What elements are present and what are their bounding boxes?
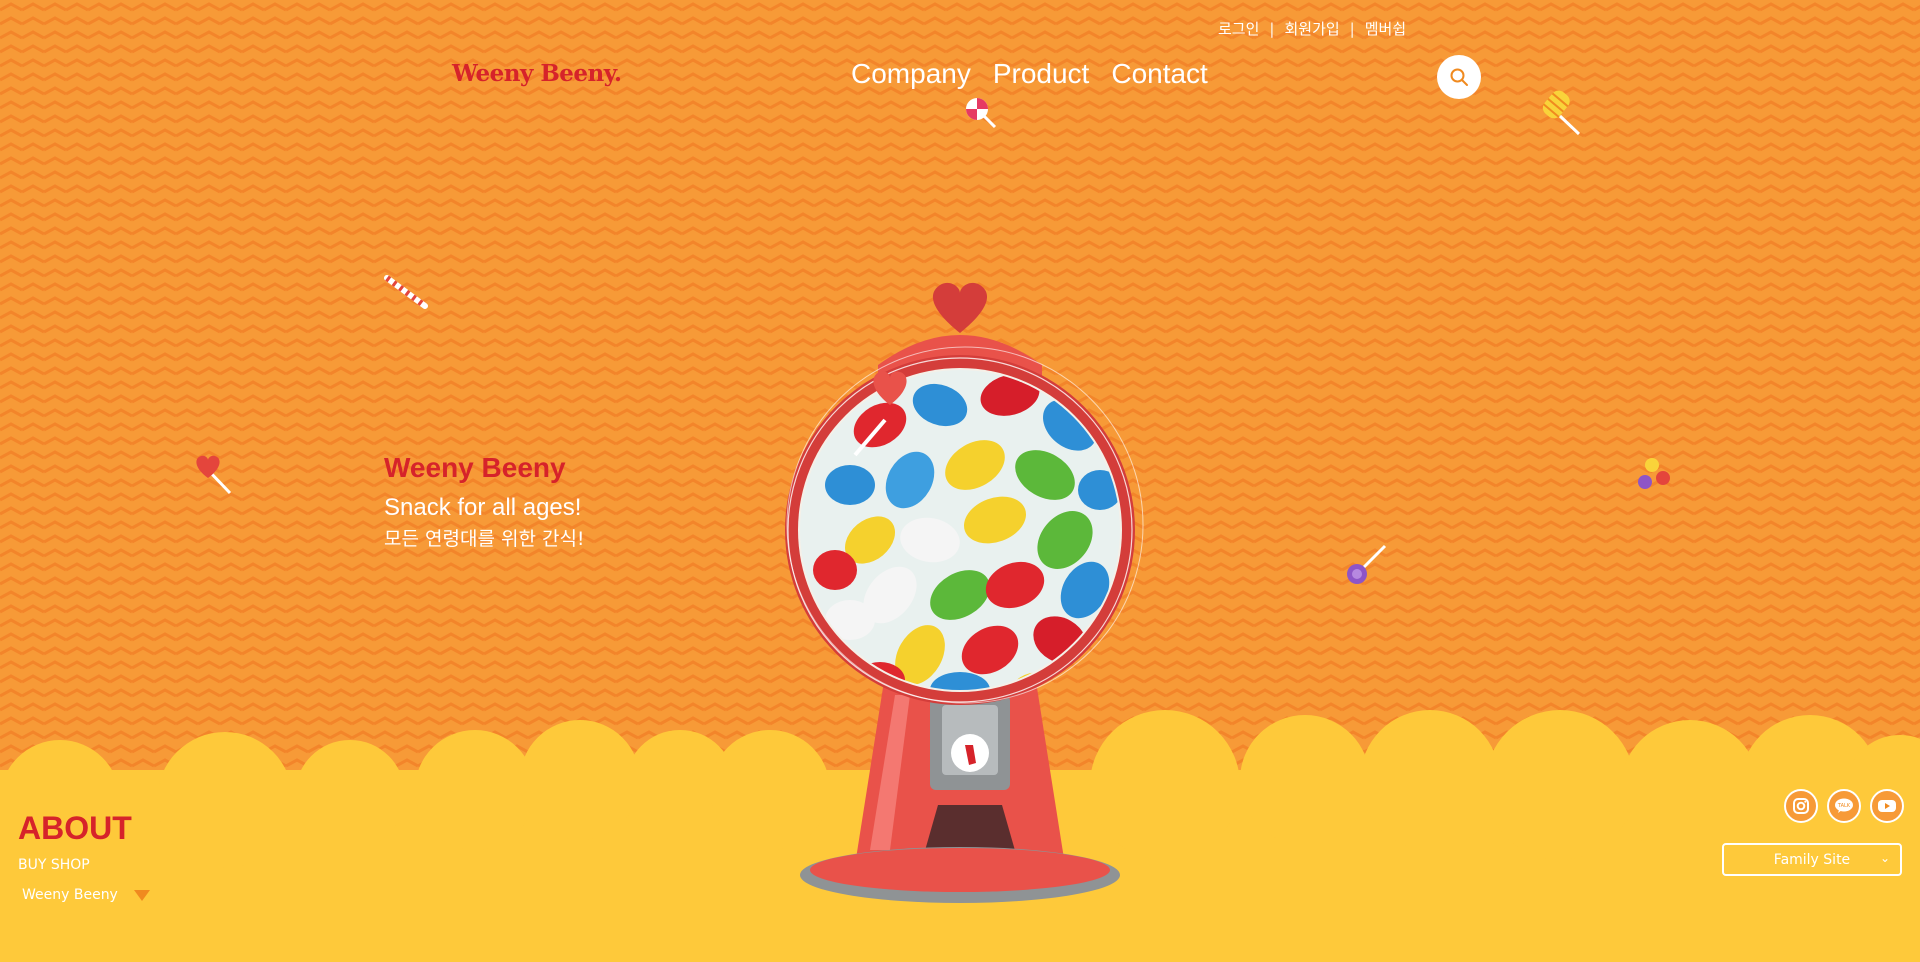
nav-product[interactable]: Product — [993, 58, 1090, 90]
hero-subtitle: Snack for all ages! — [384, 494, 582, 521]
youtube-button[interactable] — [1870, 789, 1904, 823]
social-links: TALK — [1784, 789, 1904, 823]
heart-lollipop-icon — [196, 455, 232, 495]
family-site-label: Family Site — [1773, 851, 1851, 868]
login-link[interactable]: 로그인 — [1218, 18, 1259, 39]
caret-down-icon — [133, 889, 150, 901]
hero-subtitle-ko: 모든 연령대를 위한 간식! — [384, 528, 585, 550]
instagram-icon — [1793, 798, 1809, 814]
kakaotalk-icon: TALK — [1835, 798, 1853, 813]
about-title: ABOUT — [18, 810, 132, 846]
svg-text:TALK: TALK — [1837, 803, 1851, 809]
main-nav: Company Product Contact — [851, 58, 1208, 90]
search-icon — [1450, 68, 1468, 86]
search-button[interactable] — [1437, 55, 1481, 99]
family-site-select[interactable]: Family Site ⌄ — [1722, 843, 1902, 876]
instagram-button[interactable] — [1784, 789, 1818, 823]
nav-contact[interactable]: Contact — [1111, 58, 1208, 90]
join-link[interactable]: 회원가입 — [1284, 18, 1339, 39]
candy-balls-icon — [1638, 458, 1670, 489]
brand-select-value: Weeny Beeny — [22, 887, 118, 903]
chevron-down-icon: ⌄ — [1879, 851, 1890, 865]
youtube-icon — [1878, 800, 1896, 812]
popsicle-icon — [1542, 90, 1581, 136]
separator: | — [1269, 19, 1275, 38]
hero-title: Weeny Beeny — [384, 452, 566, 483]
kakaotalk-button[interactable]: TALK — [1827, 789, 1861, 823]
separator: | — [1349, 19, 1355, 38]
lollipop-icon — [966, 98, 997, 129]
buy-shop-link[interactable]: BUY SHOP — [18, 857, 150, 873]
candy-cane-icon — [384, 275, 428, 309]
logo[interactable]: Weeny Beeny. — [452, 60, 622, 87]
about-section: ABOUT BUY SHOP Weeny Beeny — [18, 810, 150, 903]
membership-link[interactable]: 멤버쉽 — [1365, 18, 1406, 39]
brand-select[interactable]: Weeny Beeny — [18, 887, 150, 903]
gumball-machine — [785, 282, 1144, 903]
purple-lollipop-icon — [1347, 544, 1387, 584]
nav-company[interactable]: Company — [851, 58, 971, 90]
hero-text: Weeny Beeny Snack for all ages! 모든 연령대를 … — [384, 452, 585, 551]
utility-nav: 로그인 | 회원가입 | 멤버쉽 — [1218, 18, 1406, 39]
